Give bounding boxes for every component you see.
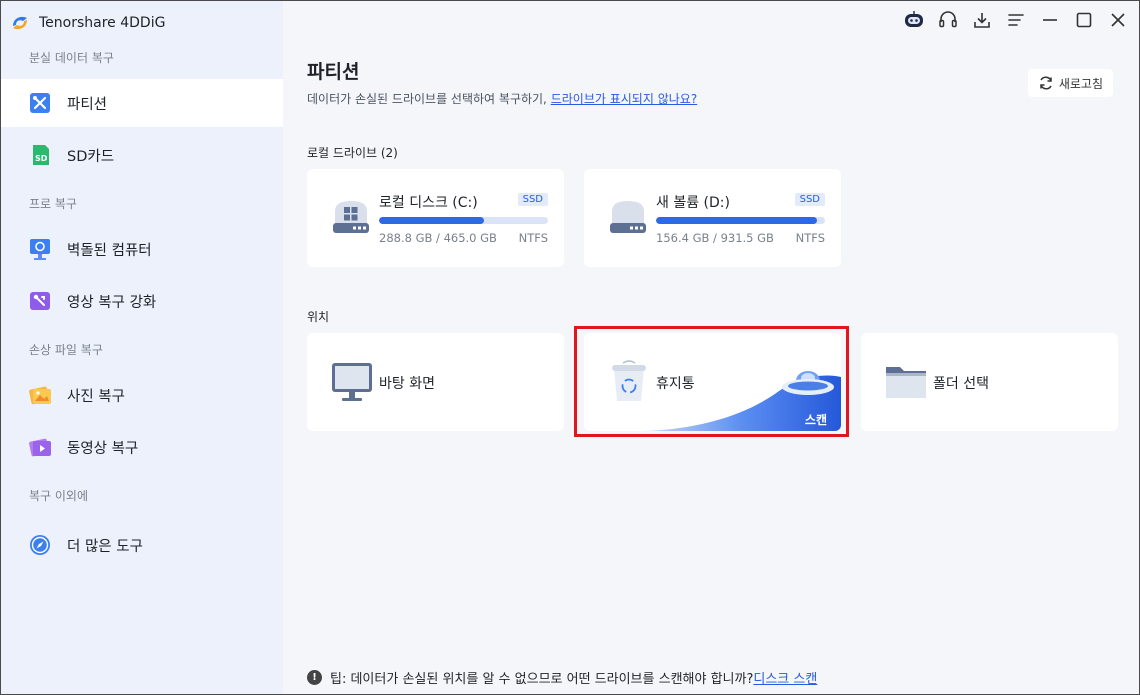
disk-scan-link[interactable]: 디스크 스캔: [753, 672, 817, 687]
sidebar-item-label: 더 많은 도구: [67, 538, 143, 555]
main-panel: 파티션 데이터가 손실된 드라이브를 선택하여 복구하기, 드라이브가 표시되지…: [283, 1, 1139, 694]
sidebar: Tenorshare 4DDiG 분실 데이터 복구 파티션 SD SD카드 프…: [1, 1, 283, 694]
crashed-computer-icon: [30, 239, 50, 260]
sidebar-item-video-repair[interactable]: 영상 복구 강화: [1, 277, 283, 325]
page-title: 파티션: [307, 61, 360, 83]
sidebar-item-more-tools[interactable]: 더 많은 도구: [1, 521, 283, 569]
location-folder-select[interactable]: 폴더 선택: [861, 333, 1118, 431]
ufo-icon: [782, 371, 834, 395]
app-window: Tenorshare 4DDiG 분실 데이터 복구 파티션 SD SD카드 프…: [0, 0, 1140, 695]
tip-bar: ! 팁: 데이터가 손실된 위치를 알 수 없으므로 어떤 드라이브를 스캔해야…: [307, 668, 817, 687]
location-desktop[interactable]: 바탕 화면: [307, 333, 564, 431]
section-pro-recovery: 프로 복구: [29, 197, 77, 211]
refresh-button[interactable]: 새로고침: [1027, 69, 1113, 97]
video-icon: [29, 438, 51, 457]
sidebar-item-label: 벽돌된 컴퓨터: [67, 242, 152, 259]
ssd-badge: SSD: [794, 193, 825, 206]
app-logo-icon: [13, 16, 27, 30]
brand: Tenorshare 4DDiG: [9, 11, 165, 35]
hard-drive-windows-icon: [333, 201, 369, 233]
drive-card-c[interactable]: 로컬 디스크 (C:) SSD 288.8 GB / 465.0 GB NTFS: [307, 169, 564, 267]
refresh-label: 새로고침: [1058, 76, 1103, 91]
sidebar-item-photo-recovery[interactable]: 사진 복구: [1, 371, 283, 419]
sidebar-item-label: 파티션: [67, 96, 108, 113]
drive-name: 새 볼륨 (D:): [656, 195, 730, 211]
subtitle-text: 데이터가 손실된 드라이브를 선택하여 복구하기,: [307, 92, 547, 106]
sidebar-item-label: SD카드: [67, 148, 115, 165]
scan-button[interactable]: 스캔: [805, 411, 827, 428]
sidebar-item-partition[interactable]: 파티션: [1, 79, 283, 127]
ssd-badge: SSD: [517, 193, 548, 206]
location-label: 휴지통: [656, 376, 695, 392]
drive-size: 288.8 GB / 465.0 GB: [379, 231, 497, 245]
section-lost-data: 분실 데이터 복구: [29, 51, 114, 65]
tip-text: 팁: 데이터가 손실된 위치를 알 수 없으므로 어떤 드라이브를 스캔해야 합…: [330, 668, 817, 687]
video-repair-icon: [30, 292, 50, 310]
drive-usage-bar: [656, 217, 825, 224]
drive-filesystem: NTFS: [795, 231, 825, 245]
section-damaged-file: 손상 파일 복구: [29, 343, 103, 357]
sidebar-item-label: 영상 복구 강화: [67, 294, 157, 311]
drive-name: 로컬 디스크 (C:): [379, 195, 478, 211]
location-label: 바탕 화면: [379, 376, 435, 392]
page-subtitle: 데이터가 손실된 드라이브를 선택하여 복구하기, 드라이브가 표시되지 않나요…: [307, 90, 697, 107]
photo-icon: [29, 386, 51, 405]
local-drives-label: 로컬 드라이브 (2): [307, 146, 398, 160]
drive-usage-fill: [656, 217, 817, 224]
folder-icon: [886, 367, 926, 398]
svg-text:SD: SD: [35, 154, 48, 163]
hard-drive-icon: [610, 201, 646, 233]
sidebar-item-video-recovery[interactable]: 동영상 복구: [1, 423, 283, 471]
monitor-icon: [332, 363, 372, 401]
partition-icon: [30, 93, 50, 113]
sd-card-icon: SD: [33, 145, 49, 165]
drive-size: 156.4 GB / 931.5 GB: [656, 231, 774, 245]
refresh-icon: [1040, 76, 1052, 90]
compass-icon: [30, 535, 50, 555]
sidebar-item-label: 사진 복구: [67, 388, 125, 405]
location-label: 폴더 선택: [933, 376, 989, 392]
section-beyond-recovery: 복구 이외에: [29, 489, 89, 503]
sidebar-item-crashed-computer[interactable]: 벽돌된 컴퓨터: [1, 225, 283, 273]
app-title: Tenorshare 4DDiG: [39, 15, 166, 31]
sidebar-item-label: 동영상 복구: [67, 440, 139, 457]
location-recycle-bin[interactable]: 휴지통 스캔: [584, 333, 841, 431]
drive-usage-bar: [379, 217, 548, 224]
recycle-bin-icon: [612, 360, 646, 401]
locations-label: 위치: [307, 310, 330, 324]
sidebar-item-sd-card[interactable]: SD SD카드: [1, 131, 283, 179]
drive-not-shown-link[interactable]: 드라이브가 표시되지 않나요?: [551, 92, 697, 106]
drive-card-d[interactable]: 새 볼륨 (D:) SSD 156.4 GB / 931.5 GB NTFS: [584, 169, 841, 267]
drive-usage-fill: [379, 217, 484, 224]
drive-filesystem: NTFS: [518, 231, 548, 245]
info-icon: !: [307, 670, 322, 685]
tip-message: 팁: 데이터가 손실된 위치를 알 수 없으므로 어떤 드라이브를 스캔해야 합…: [330, 672, 754, 687]
